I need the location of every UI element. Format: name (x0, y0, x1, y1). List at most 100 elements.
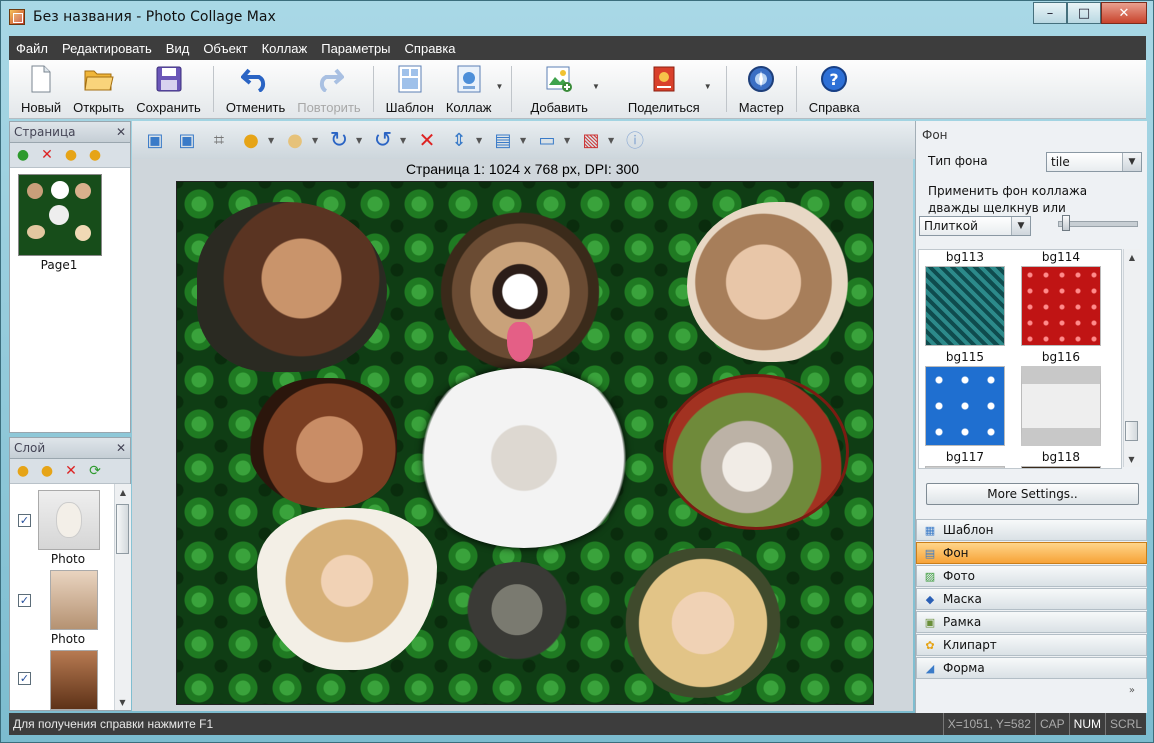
dropdown-icon[interactable]: ▼ (400, 136, 410, 145)
dropdown-icon[interactable]: ▼ (608, 136, 618, 145)
layer-checkbox[interactable]: ✓ (18, 672, 31, 685)
redo-button[interactable]: Повторить (291, 60, 366, 115)
share-dropdown-icon[interactable]: ▼ (704, 82, 712, 91)
scroll-down-icon[interactable]: ▼ (1124, 451, 1139, 467)
background-item-bg118[interactable]: bg118 (1021, 450, 1101, 468)
opacity-slider-thumb[interactable] (1062, 215, 1070, 231)
move-up-icon[interactable]: ● (62, 146, 80, 164)
remove-effect-icon[interactable]: ▧ (576, 125, 606, 155)
layer-thumbnail[interactable] (50, 570, 98, 630)
close-icon[interactable]: ✕ (116, 441, 126, 455)
open-button[interactable]: Открыть (67, 60, 130, 115)
scroll-down-icon[interactable]: ▼ (115, 694, 130, 710)
scroll-thumb[interactable] (1125, 421, 1138, 441)
move-down-icon[interactable]: ● (86, 146, 104, 164)
menu-file[interactable]: Файл (9, 41, 55, 56)
nav-photo[interactable]: ▨ Фото (916, 565, 1147, 587)
scroll-up-icon[interactable]: ▲ (115, 484, 131, 500)
crop-icon[interactable]: ⌗ (204, 125, 234, 155)
rotate-left-icon[interactable]: ↺ (368, 125, 398, 155)
layer-down-icon[interactable]: ● (38, 462, 56, 480)
properties-icon[interactable]: ⓘ (620, 125, 650, 155)
delete-icon[interactable]: ✕ (412, 125, 442, 155)
nav-mask[interactable]: ◆ Маска (916, 588, 1147, 610)
photo-woman-4[interactable] (623, 548, 783, 698)
photo-woman-1[interactable] (197, 202, 387, 372)
align-icon[interactable]: ⇕ (444, 125, 474, 155)
title-bar[interactable]: Без названия - Photo Collage Max – □ ✕ (1, 1, 1153, 35)
photo-woman-2[interactable] (687, 202, 857, 362)
background-mode-select[interactable]: Плиткой ▼ (919, 216, 1031, 236)
nav-template[interactable]: ▦ Шаблон (916, 519, 1147, 541)
collage-dropdown-icon[interactable]: ▼ (496, 82, 504, 91)
menu-view[interactable]: Вид (159, 41, 197, 56)
close-icon[interactable]: ✕ (116, 125, 126, 139)
menu-object[interactable]: Объект (196, 41, 254, 56)
background-item-bg116[interactable]: bg116 (1021, 350, 1101, 446)
add-photo-icon[interactable]: ▣ (140, 125, 170, 155)
gallery-scrollbar[interactable]: ▲ ▼ (1123, 249, 1140, 467)
scroll-thumb[interactable] (116, 504, 129, 554)
collage-canvas[interactable] (176, 181, 874, 705)
background-item-bg117[interactable]: bg117 (925, 450, 1005, 468)
scroll-up-icon[interactable]: ▲ (1124, 249, 1140, 265)
nav-frame[interactable]: ▣ Рамка (916, 611, 1147, 633)
share-button[interactable]: Поделиться ▼ (622, 60, 712, 115)
nav-shape[interactable]: ◢ Форма (916, 657, 1147, 679)
menu-edit[interactable]: Редактировать (55, 41, 159, 56)
delete-page-icon[interactable]: ✕ (38, 146, 56, 164)
nav-clipart[interactable]: ✿ Клипарт (916, 634, 1147, 656)
layer-checkbox[interactable]: ✓ (18, 594, 31, 607)
background-item-bg113[interactable]: bg113 (925, 250, 1005, 346)
expand-chevron-icon[interactable]: » (916, 685, 1147, 696)
menu-help[interactable]: Справка (398, 41, 463, 56)
menu-parameters[interactable]: Параметры (314, 41, 397, 56)
maximize-button[interactable]: □ (1067, 2, 1101, 24)
add-dropdown-icon[interactable]: ▼ (592, 82, 600, 91)
layer-thumbnail[interactable] (50, 650, 98, 710)
layer-up-icon[interactable]: ● (14, 462, 32, 480)
background-item-bg115[interactable]: bg115 (925, 350, 1005, 446)
photo-kittens-circle[interactable] (663, 374, 849, 530)
chevron-down-icon[interactable]: ▼ (1122, 153, 1141, 171)
add-page-icon[interactable]: ● (14, 146, 32, 164)
photo-kitten-star[interactable] (409, 368, 639, 548)
bring-forward-icon[interactable]: ● (236, 125, 266, 155)
dropdown-icon[interactable]: ▼ (520, 136, 530, 145)
more-settings-button[interactable]: More Settings.. (926, 483, 1139, 505)
size-icon[interactable]: ▭ (532, 125, 562, 155)
wizard-button[interactable]: Мастер (733, 60, 790, 115)
photo-woman-3[interactable] (247, 378, 397, 508)
photo-woman-heart[interactable] (257, 508, 437, 670)
background-item-bg114[interactable]: bg114 (1021, 250, 1101, 346)
undo-button[interactable]: Отменить (220, 60, 291, 115)
background-type-select[interactable]: tile ▼ (1046, 152, 1142, 172)
page-thumbnail[interactable] (18, 174, 102, 256)
dropdown-icon[interactable]: ▼ (476, 136, 486, 145)
delete-layer-icon[interactable]: ✕ (62, 462, 80, 480)
menu-collage[interactable]: Коллаж (255, 41, 315, 56)
dropdown-icon[interactable]: ▼ (312, 136, 322, 145)
help-button[interactable]: ? Справка (803, 60, 866, 115)
nav-background[interactable]: ▤ Фон (916, 542, 1147, 564)
refresh-icon[interactable]: ⟳ (86, 462, 104, 480)
layer-checkbox[interactable]: ✓ (18, 514, 31, 527)
add-button[interactable]: Добавить ▼ (524, 60, 600, 115)
save-button[interactable]: Сохранить (130, 60, 207, 115)
opacity-slider-track[interactable] (1058, 221, 1138, 227)
app-icon[interactable] (9, 9, 25, 25)
new-button[interactable]: Новый (15, 60, 67, 115)
dropdown-icon[interactable]: ▼ (564, 136, 574, 145)
chevron-down-icon[interactable]: ▼ (1011, 217, 1030, 235)
photo-grey-cat[interactable] (457, 562, 577, 668)
minimize-button[interactable]: – (1033, 2, 1067, 24)
rotate-right-icon[interactable]: ↻ (324, 125, 354, 155)
dropdown-icon[interactable]: ▼ (356, 136, 366, 145)
dropdown-icon[interactable]: ▼ (268, 136, 278, 145)
replace-photo-icon[interactable]: ▣ (172, 125, 202, 155)
layers-scrollbar[interactable]: ▲ ▼ (114, 484, 131, 710)
send-backward-icon[interactable]: ● (280, 125, 310, 155)
distribute-icon[interactable]: ▤ (488, 125, 518, 155)
collage-button[interactable]: Коллаж ▼ (440, 60, 503, 115)
template-button[interactable]: Шаблон (380, 60, 440, 115)
